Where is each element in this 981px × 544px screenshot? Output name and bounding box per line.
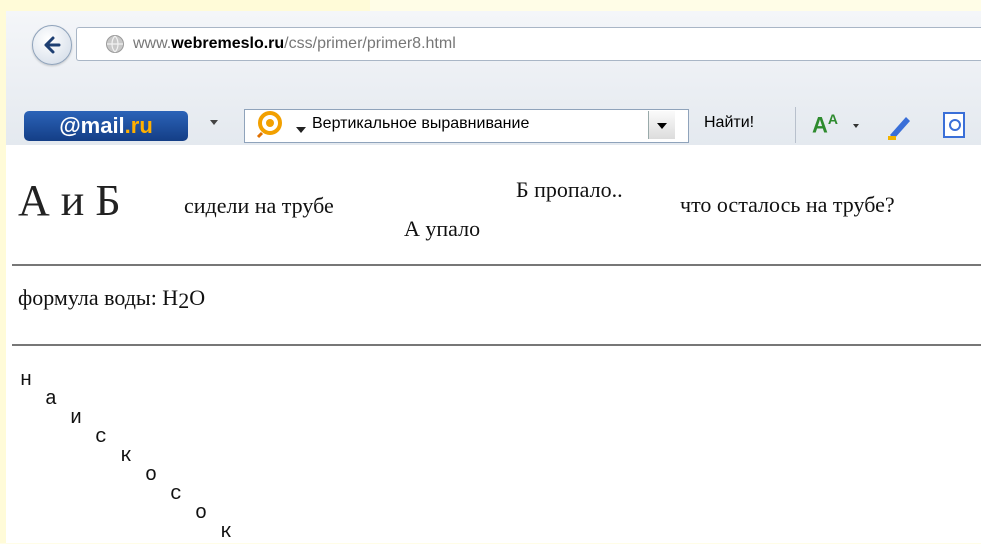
url-domain: webremeslo.ru [171,35,285,52]
diagonal-letter: к [120,445,133,468]
search-engine-chevron-icon[interactable] [296,127,306,133]
formula-prefix: формула воды: H [18,285,179,310]
formula-suffix: O [189,285,206,310]
diagonal-letter: к [220,521,233,544]
mail-logo-ru: .ru [124,113,153,138]
subscript-text: А упало [404,216,481,241]
mail-ru-logo[interactable]: @mail.ru [24,111,188,141]
mail-logo-at: @ [59,113,81,138]
mail-menu-chevron-icon[interactable] [210,120,218,125]
diagonal-letter: и [70,407,83,430]
font-size-icon[interactable]: AA [812,111,838,138]
diagonal-letter: о [145,464,158,487]
diagonal-letter: н [20,369,33,392]
search-engine-icon[interactable] [256,111,288,139]
url-path: /css/primer/primer8.html [284,35,456,52]
large-text: А и Б [18,176,121,225]
browser-window: www.webremeslo.ru/css/primer/primer8.htm… [0,11,981,544]
page-content: А и Б сидели на трубе А упало Б пропало.… [6,145,981,544]
formula-subscript: 2 [178,288,190,313]
page-zoom-icon[interactable] [940,109,972,141]
address-bar[interactable]: www.webremeslo.ru/css/primer/primer8.htm… [76,27,981,61]
diagonal-letter: с [95,426,108,449]
back-button[interactable] [32,25,72,65]
globe-icon [106,35,124,53]
font-size-chevron-icon[interactable] [853,124,859,128]
water-formula: формула воды: H2O [18,285,205,314]
diagonal-letter: о [195,502,208,525]
divider-2 [12,344,981,346]
font-icon-letter-big: A [812,112,828,138]
url-prefix: www. [133,35,172,52]
toolbar-separator [795,107,796,143]
diagonal-letter: а [45,388,58,411]
normal-text: сидели на трубе [184,193,334,218]
search-input[interactable]: Вертикальное выравнивание [312,115,647,133]
search-history-dropdown-button[interactable] [648,111,675,139]
back-arrow-icon [44,36,61,54]
mail-logo-main: mail [80,113,125,138]
address-url: www.webremeslo.ru/css/primer/primer8.htm… [133,35,456,53]
tail-text: что осталось на трубе? [680,192,895,217]
divider-1 [12,264,981,266]
diagonal-letter: с [170,483,183,506]
find-button[interactable]: Найти! [704,114,754,132]
superscript-text: Б пропало.. [516,177,623,202]
highlighter-pen-icon[interactable] [884,111,914,141]
font-icon-letter-small: A [827,111,839,127]
